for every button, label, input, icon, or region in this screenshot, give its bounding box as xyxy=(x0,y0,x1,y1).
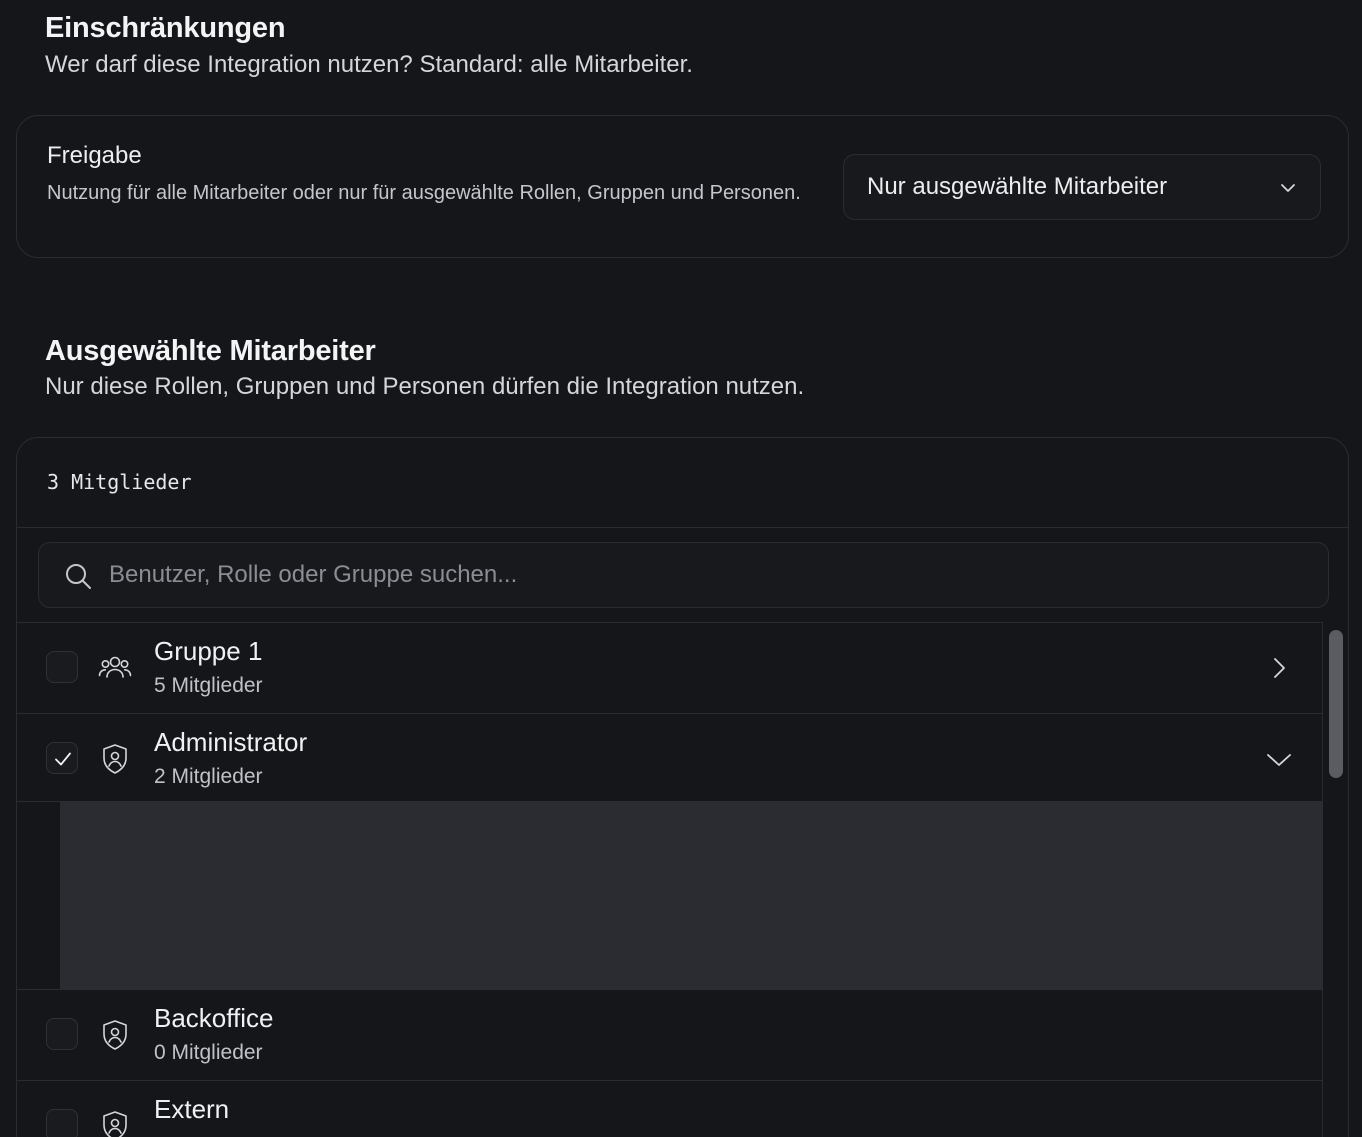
item-checkbox[interactable] xyxy=(46,1109,78,1137)
chevron-down-icon[interactable] xyxy=(1266,746,1292,772)
search-icon xyxy=(66,564,91,589)
expanded-members-panel xyxy=(60,802,1322,989)
item-checkbox[interactable] xyxy=(46,1018,78,1050)
freigabe-card: Freigabe Nutzung für alle Mitarbeiter od… xyxy=(16,115,1349,258)
freigabe-select[interactable]: Nur ausgewählte Mitarbeiter xyxy=(843,154,1321,220)
restrictions-page: Einschränkungen Wer darf diese Integrati… xyxy=(0,0,1362,1137)
search-field[interactable] xyxy=(38,542,1329,608)
check-icon xyxy=(55,752,71,766)
item-checkbox-checked[interactable] xyxy=(46,742,78,774)
chevron-right-icon[interactable] xyxy=(1266,655,1292,681)
list-scrollbar[interactable] xyxy=(1322,622,1348,1137)
item-name: Backoffice xyxy=(154,1003,274,1033)
list-item-administrator[interactable]: Administrator 2 Mitglieder xyxy=(17,714,1322,802)
selected-members-title: Ausgewählte Mitarbeiter xyxy=(45,335,376,367)
members-count: 3 Mitglieder xyxy=(47,470,192,494)
members-header: 3 Mitglieder xyxy=(17,438,1348,528)
item-checkbox[interactable] xyxy=(46,651,78,683)
item-member-count: 2 Mitglieder xyxy=(154,765,263,788)
shield-user-icon xyxy=(103,744,127,774)
users-group-icon xyxy=(98,656,132,678)
shield-user-icon xyxy=(103,1020,127,1050)
item-name: Administrator xyxy=(154,727,308,757)
restrictions-title: Einschränkungen xyxy=(45,12,286,44)
item-name: Gruppe 1 xyxy=(154,636,263,666)
freigabe-select-value: Nur ausgewählte Mitarbeiter xyxy=(867,173,1168,200)
list-item-backoffice[interactable]: Backoffice 0 Mitglieder xyxy=(17,990,1322,1081)
restrictions-subtitle: Wer darf diese Integration nutzen? Stand… xyxy=(45,51,693,78)
scrollbar-thumb[interactable] xyxy=(1329,630,1343,778)
list-item-extern[interactable]: Extern xyxy=(17,1081,1322,1137)
freigabe-description: Nutzung für alle Mitarbeiter oder nur fü… xyxy=(47,182,801,204)
members-card: 3 Mitglieder Gruppe 1 xyxy=(16,437,1349,1137)
item-name: Extern xyxy=(154,1094,230,1124)
item-member-count: 0 Mitglieder xyxy=(154,1041,263,1064)
selected-members-subtitle: Nur diese Rollen, Gruppen und Personen d… xyxy=(45,373,805,400)
item-member-count: 5 Mitglieder xyxy=(154,674,263,697)
chevron-down-icon xyxy=(1281,184,1295,192)
administrator-expanded-area xyxy=(17,802,1322,990)
list-item-gruppe-1[interactable]: Gruppe 1 5 Mitglieder xyxy=(17,623,1322,714)
members-list: Gruppe 1 5 Mitglieder Administrator 2 Mi… xyxy=(17,622,1322,1137)
freigabe-label: Freigabe xyxy=(47,142,142,169)
search-input[interactable] xyxy=(109,543,1309,607)
shield-user-icon xyxy=(103,1111,127,1137)
